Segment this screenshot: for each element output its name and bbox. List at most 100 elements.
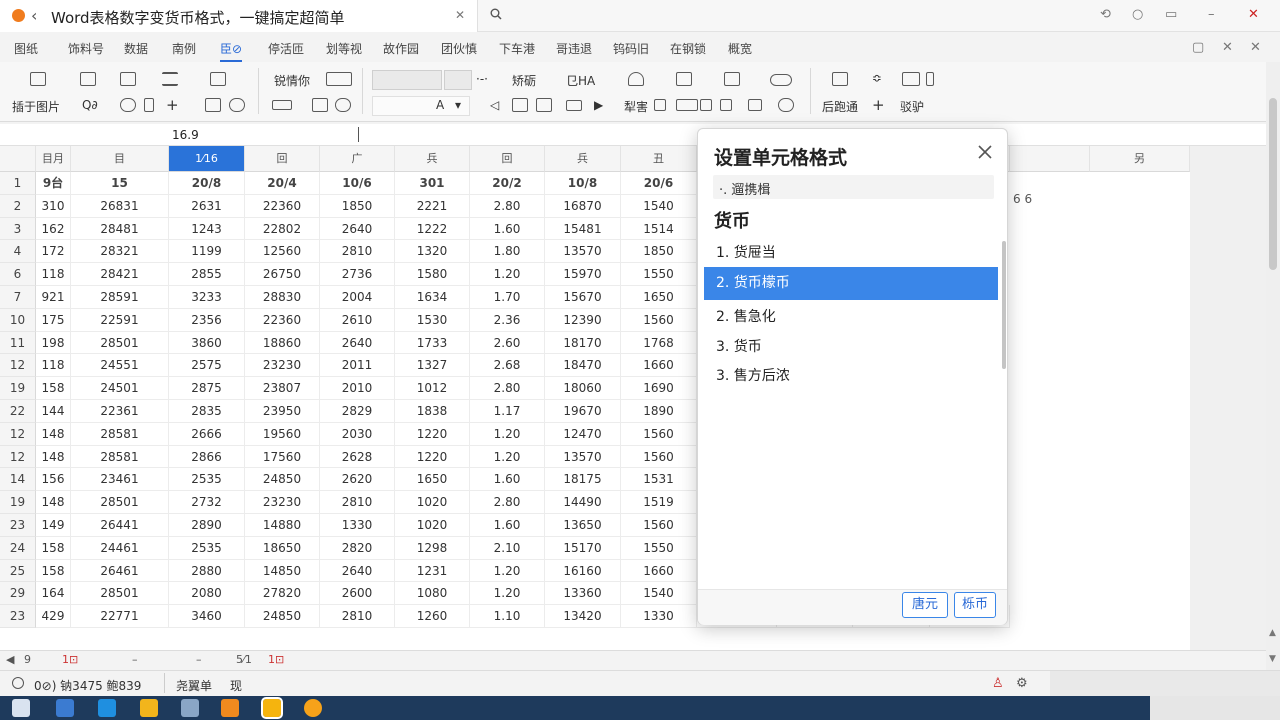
- table-cell[interactable]: 1733: [395, 331, 470, 355]
- table-cell[interactable]: 15970: [545, 263, 621, 286]
- table-cell[interactable]: 2640: [320, 559, 395, 583]
- table-cell[interactable]: 148: [36, 491, 71, 514]
- table-cell[interactable]: 10/8: [545, 172, 621, 195]
- format-box-icon[interactable]: [326, 72, 352, 86]
- table-cell[interactable]: 1330: [320, 514, 395, 537]
- format-option[interactable]: 2. 售急化: [704, 301, 998, 334]
- table-cell[interactable]: 2011: [320, 354, 395, 378]
- row-header[interactable]: 12: [0, 354, 36, 378]
- sheet-tab-2[interactable]: 现: [230, 677, 242, 694]
- settings-icon[interactable]: [181, 699, 199, 717]
- app-icon[interactable]: [304, 699, 322, 717]
- table-cell[interactable]: 1580: [395, 263, 470, 286]
- row-header[interactable]: 19: [0, 377, 36, 400]
- table-cell[interactable]: 14490: [545, 491, 621, 514]
- scroll-down-arrow[interactable]: ▼: [1269, 654, 1276, 664]
- table-cell[interactable]: 26441: [71, 514, 169, 537]
- menu-item[interactable]: 图纸: [14, 40, 38, 57]
- table-cell[interactable]: 22360: [245, 308, 320, 332]
- table-cell[interactable]: 13570: [545, 240, 621, 264]
- table-cell[interactable]: 148: [36, 422, 71, 446]
- table-cell[interactable]: 1850: [621, 240, 697, 264]
- table-cell[interactable]: 28501: [71, 582, 169, 606]
- table-cell[interactable]: 2.36: [470, 308, 545, 332]
- table-cell[interactable]: 1260: [395, 605, 470, 628]
- ok-button[interactable]: 唐元: [902, 592, 948, 618]
- table-cell[interactable]: 2620: [320, 468, 395, 492]
- bell-icon[interactable]: [628, 72, 644, 86]
- add-icon-2[interactable]: +: [872, 96, 885, 114]
- table-cell[interactable]: 1012: [395, 377, 470, 400]
- table-cell[interactable]: 24551: [71, 354, 169, 378]
- table-cell[interactable]: 24850: [245, 468, 320, 492]
- table-cell[interactable]: 13360: [545, 582, 621, 606]
- row-header[interactable]: 23: [0, 514, 36, 537]
- table-cell[interactable]: 28501: [71, 491, 169, 514]
- table-cell[interactable]: 1560: [621, 514, 697, 537]
- table-cell[interactable]: 14850: [245, 559, 320, 583]
- formula-bar[interactable]: 16.9: [0, 124, 1280, 146]
- ribbon-label[interactable]: 锐情你: [274, 72, 310, 89]
- record-icon[interactable]: ○: [1132, 7, 1143, 22]
- table-cell[interactable]: 1.20: [470, 445, 545, 469]
- more-dots[interactable]: ·-·: [476, 72, 488, 86]
- table-cell[interactable]: 149: [36, 514, 71, 537]
- table-cell[interactable]: 2.80: [470, 491, 545, 514]
- table-cell[interactable]: 1080: [395, 582, 470, 606]
- table-cell[interactable]: 20/8: [169, 172, 245, 195]
- column-header[interactable]: 另: [1090, 146, 1190, 172]
- sheet-tab[interactable]: –: [132, 653, 138, 666]
- table-cell[interactable]: 1838: [395, 400, 470, 423]
- table-cell[interactable]: 429: [36, 605, 71, 628]
- table-cell[interactable]: 18650: [245, 536, 320, 560]
- row-header[interactable]: 10: [0, 308, 36, 332]
- table-cell[interactable]: 1222: [395, 217, 470, 241]
- table-cell[interactable]: 1.80: [470, 240, 545, 264]
- table-cell[interactable]: 2732: [169, 491, 245, 514]
- ribbon-label[interactable]: 矫砺: [512, 72, 536, 89]
- row-header[interactable]: 1: [0, 172, 36, 195]
- table-cell[interactable]: 24850: [245, 605, 320, 628]
- table-cell[interactable]: 23230: [245, 354, 320, 378]
- table-cell[interactable]: 2829: [320, 400, 395, 423]
- table-cell[interactable]: 1.70: [470, 286, 545, 309]
- table-cell[interactable]: 18170: [545, 331, 621, 355]
- table-cell[interactable]: 2004: [320, 286, 395, 309]
- menu-item[interactable]: 在钢锁: [670, 40, 706, 57]
- formula-value[interactable]: 16.9: [172, 128, 199, 142]
- row-header[interactable]: 4: [0, 240, 36, 264]
- table-cell[interactable]: 2628: [320, 445, 395, 469]
- bag-icon[interactable]: [748, 99, 762, 111]
- menu-item[interactable]: 停活匝: [268, 40, 304, 57]
- table-cell[interactable]: 1560: [621, 422, 697, 446]
- table-cell[interactable]: 28581: [71, 445, 169, 469]
- table-cell[interactable]: 19560: [245, 422, 320, 446]
- table-cell[interactable]: 1.20: [470, 559, 545, 583]
- camera-icon[interactable]: [832, 72, 848, 86]
- table-cell[interactable]: 2880: [169, 559, 245, 583]
- table-cell[interactable]: 3860: [169, 331, 245, 355]
- left-arrow-icon[interactable]: ◁: [490, 98, 499, 112]
- table-cell[interactable]: 1.17: [470, 400, 545, 423]
- circle-icon[interactable]: [229, 98, 245, 112]
- font-selector[interactable]: [372, 70, 442, 90]
- table-cell[interactable]: 921: [36, 286, 71, 309]
- cloud-icon[interactable]: [770, 74, 792, 86]
- table-cell[interactable]: 2030: [320, 422, 395, 446]
- sheet-tab[interactable]: 9: [24, 653, 31, 666]
- table-cell[interactable]: 1320: [395, 240, 470, 264]
- table-cell[interactable]: 158: [36, 559, 71, 583]
- close-icon[interactable]: [976, 143, 994, 161]
- table-cell[interactable]: 2600: [320, 582, 395, 606]
- column-header[interactable]: 目: [71, 146, 169, 172]
- table-cell[interactable]: 172: [36, 240, 71, 264]
- cancel-button[interactable]: 栎币: [954, 592, 996, 618]
- search-icon[interactable]: [490, 8, 502, 20]
- font-color-label[interactable]: A: [436, 98, 444, 112]
- table-cell[interactable]: 2736: [320, 263, 395, 286]
- row-header[interactable]: 19: [0, 491, 36, 514]
- minimize-icon[interactable]: –: [1208, 7, 1215, 22]
- table-cell[interactable]: 18060: [545, 377, 621, 400]
- menu-item[interactable]: 数据: [124, 40, 148, 57]
- table-cell[interactable]: 1660: [621, 559, 697, 583]
